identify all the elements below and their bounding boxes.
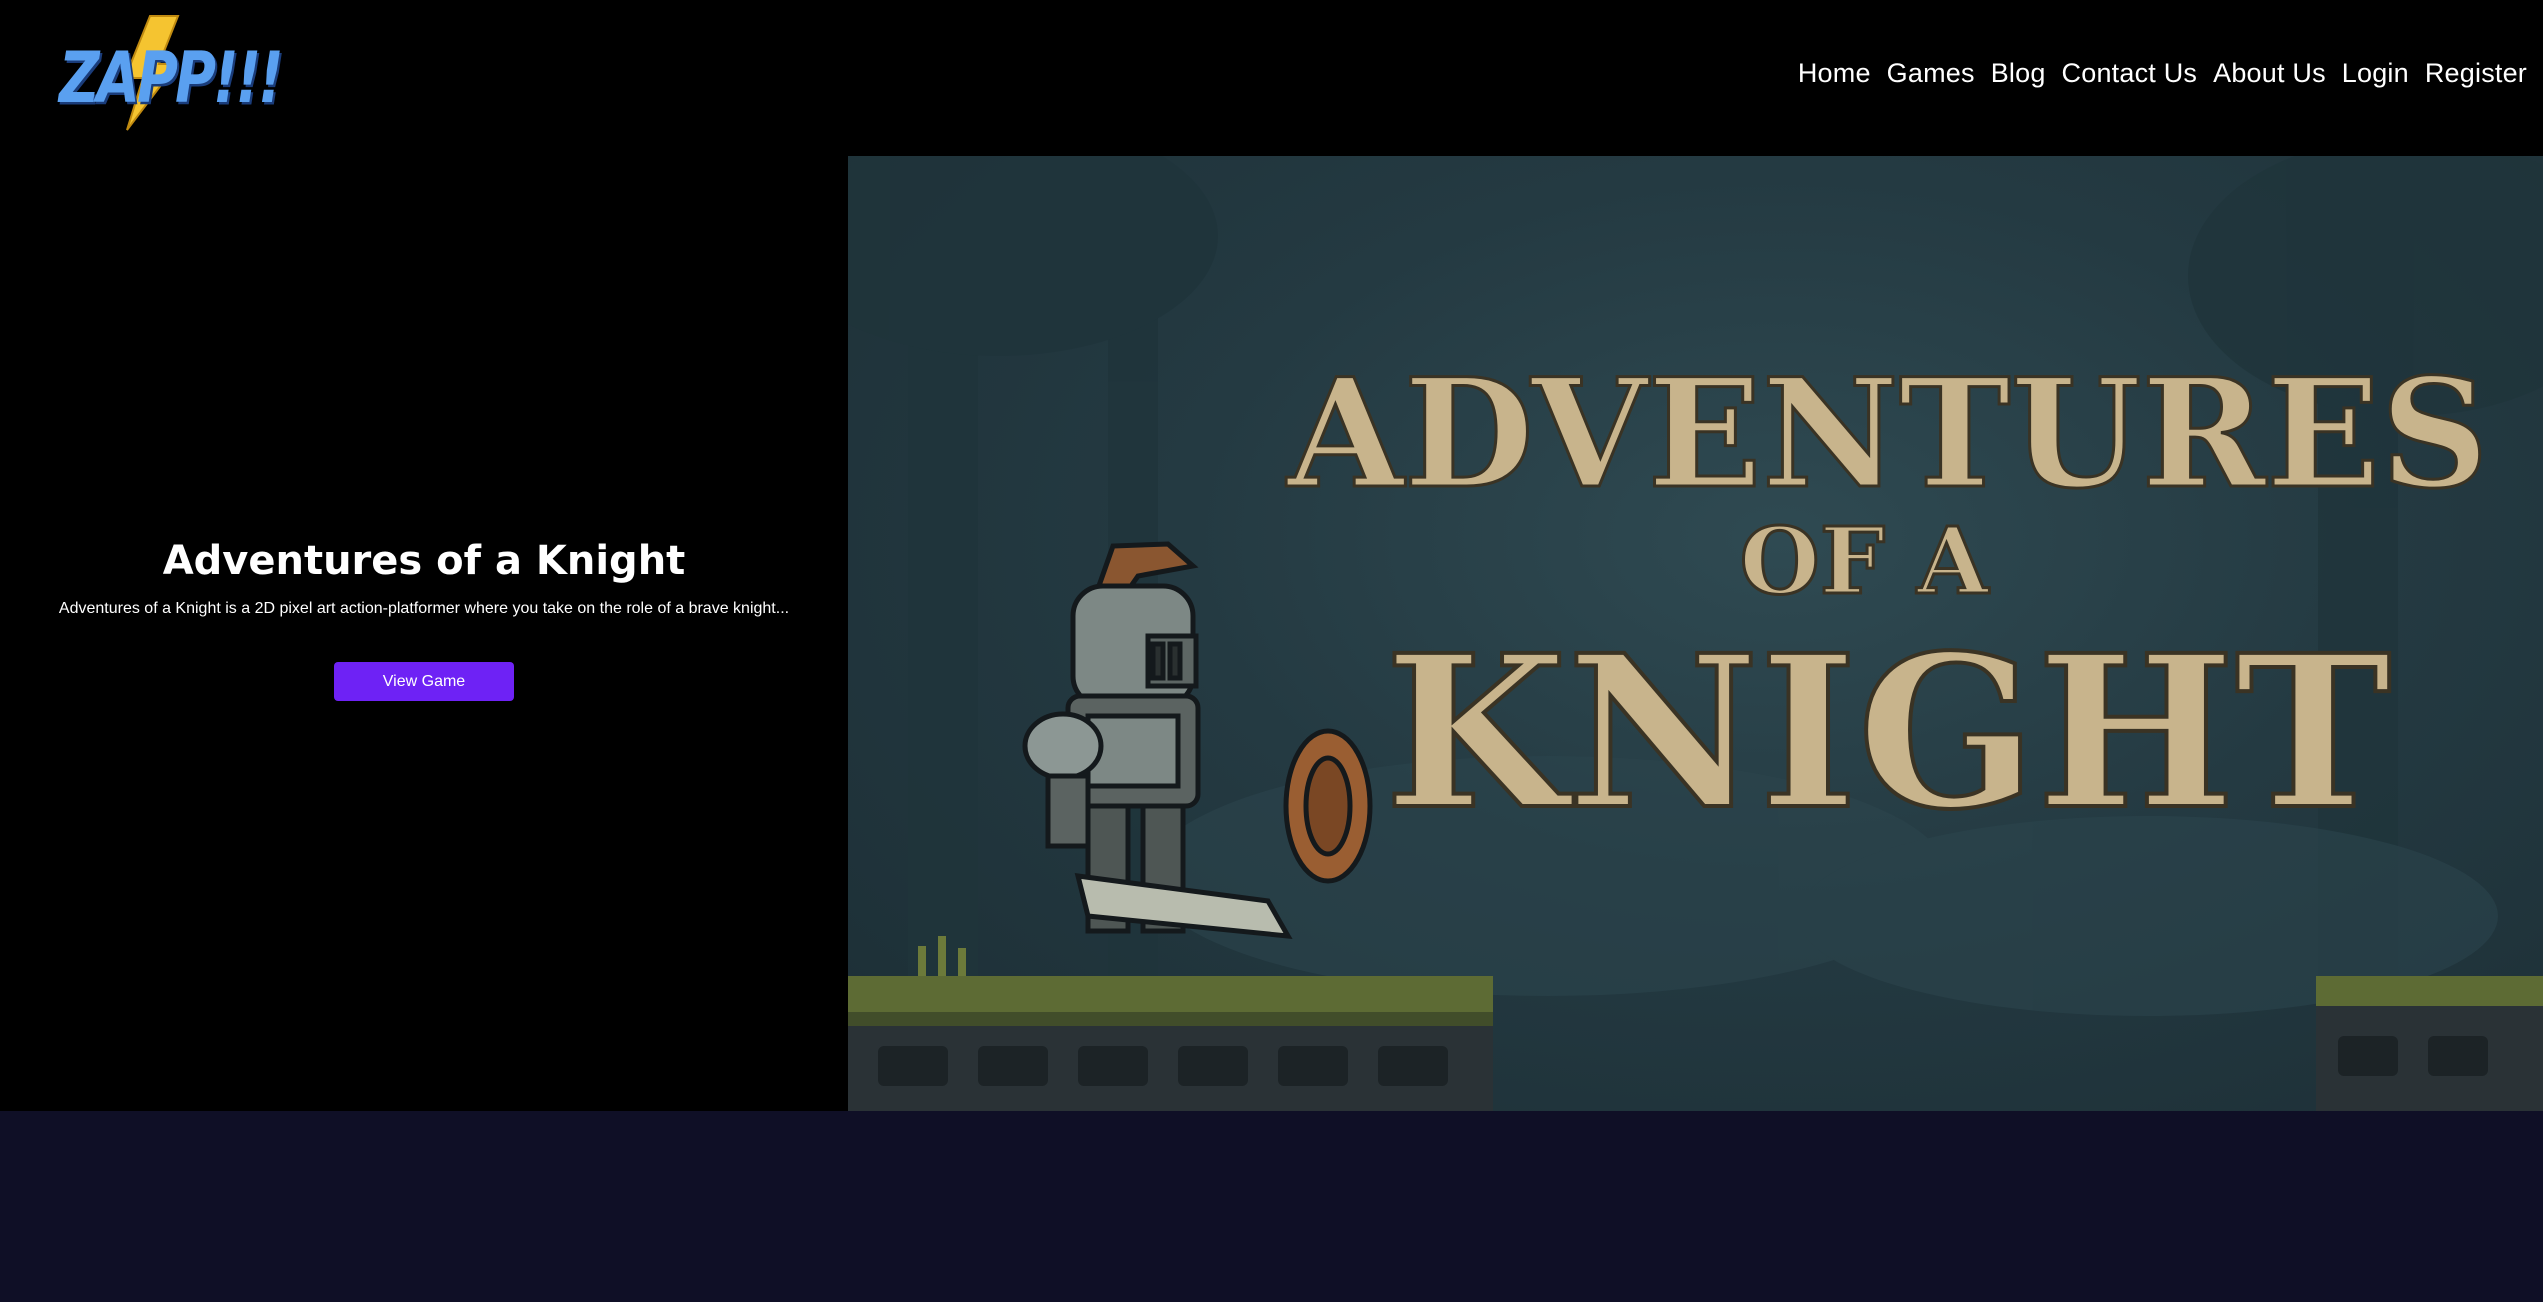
page-footer-band xyxy=(0,1111,2543,1302)
hero-title: Adventures of a Knight xyxy=(162,538,686,584)
nav-register[interactable]: Register xyxy=(2425,58,2527,89)
nav-games[interactable]: Games xyxy=(1887,58,1975,89)
grass-platform-left xyxy=(848,976,1493,1111)
grass-platform-right xyxy=(2316,976,2543,1111)
hero-info: Adventures of a Knight Adventures of a K… xyxy=(0,156,848,1111)
nav-home[interactable]: Home xyxy=(1798,58,1871,89)
view-game-button[interactable]: View Game xyxy=(334,662,514,701)
nav-about-us[interactable]: About Us xyxy=(2213,58,2326,89)
nav-blog[interactable]: Blog xyxy=(1991,58,2046,89)
nav-login[interactable]: Login xyxy=(2342,58,2409,89)
cover-title-line1: ADVENTURES xyxy=(1285,346,2488,522)
logo-text: ZAPP!!! xyxy=(59,38,284,120)
game-cover-art: ADVENTURES OF A KNIGHT xyxy=(848,156,2543,1111)
hero-game-banner[interactable]: ADVENTURES OF A KNIGHT xyxy=(848,156,2543,1111)
hero-description: Adventures of a Knight is a 2D pixel art… xyxy=(58,600,790,617)
nav-contact-us[interactable]: Contact Us xyxy=(2062,58,2198,89)
site-logo[interactable]: ZAPP!!! xyxy=(55,12,284,134)
main-nav: Home Games Blog Contact Us About Us Logi… xyxy=(1798,58,2527,89)
cover-title-line2: OF A xyxy=(1740,507,1990,615)
site-header: ZAPP!!! Home Games Blog Contact Us About… xyxy=(0,0,2543,156)
cover-title-line3: KNIGHT xyxy=(1385,609,2392,856)
